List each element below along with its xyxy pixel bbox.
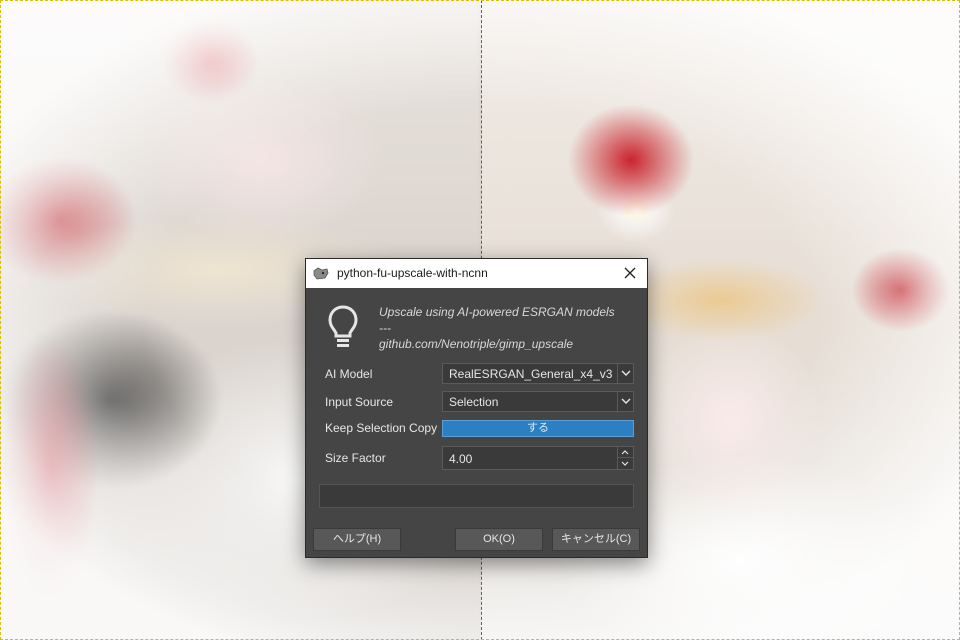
- gimp-wilber-icon: [313, 267, 329, 280]
- description-line-1: Upscale using AI-powered ESRGAN models: [379, 305, 615, 319]
- description-line-3: github.com/Nenotriple/gimp_upscale: [379, 337, 574, 351]
- description-line-2: ---: [379, 321, 391, 335]
- size-factor-spinner[interactable]: 4.00: [442, 446, 634, 470]
- ok-button[interactable]: OK(O): [455, 528, 543, 551]
- close-button[interactable]: [615, 260, 645, 287]
- ai-model-label: AI Model: [325, 367, 373, 381]
- ai-model-value: RealESRGAN_General_x4_v3: [449, 367, 613, 381]
- keep-selection-copy-label: Keep Selection Copy: [325, 421, 438, 435]
- chevron-down-icon: [621, 370, 631, 376]
- close-icon: [624, 267, 636, 279]
- input-source-value: Selection: [449, 395, 499, 409]
- chevron-down-icon: [621, 461, 629, 466]
- keep-selection-copy-toggle[interactable]: する: [442, 420, 634, 437]
- input-source-label: Input Source: [325, 395, 394, 409]
- size-factor-increment[interactable]: [618, 447, 633, 458]
- chevron-up-icon: [621, 450, 629, 455]
- progress-bar: [319, 484, 634, 508]
- dialog-title: python-fu-upscale-with-ncnn: [337, 266, 488, 280]
- input-source-dropdown-arrow[interactable]: [617, 392, 633, 411]
- dialog-titlebar[interactable]: python-fu-upscale-with-ncnn: [306, 259, 647, 288]
- cancel-button[interactable]: キャンセル(C): [552, 528, 640, 551]
- chevron-down-icon: [621, 398, 631, 404]
- dialog-description: Upscale using AI-powered ESRGAN models -…: [379, 304, 639, 352]
- size-factor-decrement[interactable]: [618, 458, 633, 469]
- upscale-dialog: python-fu-upscale-with-ncnn Upscale usin…: [305, 258, 648, 558]
- lightbulb-icon: [328, 305, 358, 347]
- size-factor-stepper: [617, 447, 633, 469]
- size-factor-label: Size Factor: [325, 451, 386, 465]
- input-source-dropdown[interactable]: Selection: [442, 391, 634, 412]
- ai-model-dropdown[interactable]: RealESRGAN_General_x4_v3: [442, 363, 634, 384]
- help-button[interactable]: ヘルプ(H): [313, 528, 401, 551]
- ai-model-dropdown-arrow[interactable]: [617, 364, 633, 383]
- size-factor-value[interactable]: 4.00: [449, 452, 472, 466]
